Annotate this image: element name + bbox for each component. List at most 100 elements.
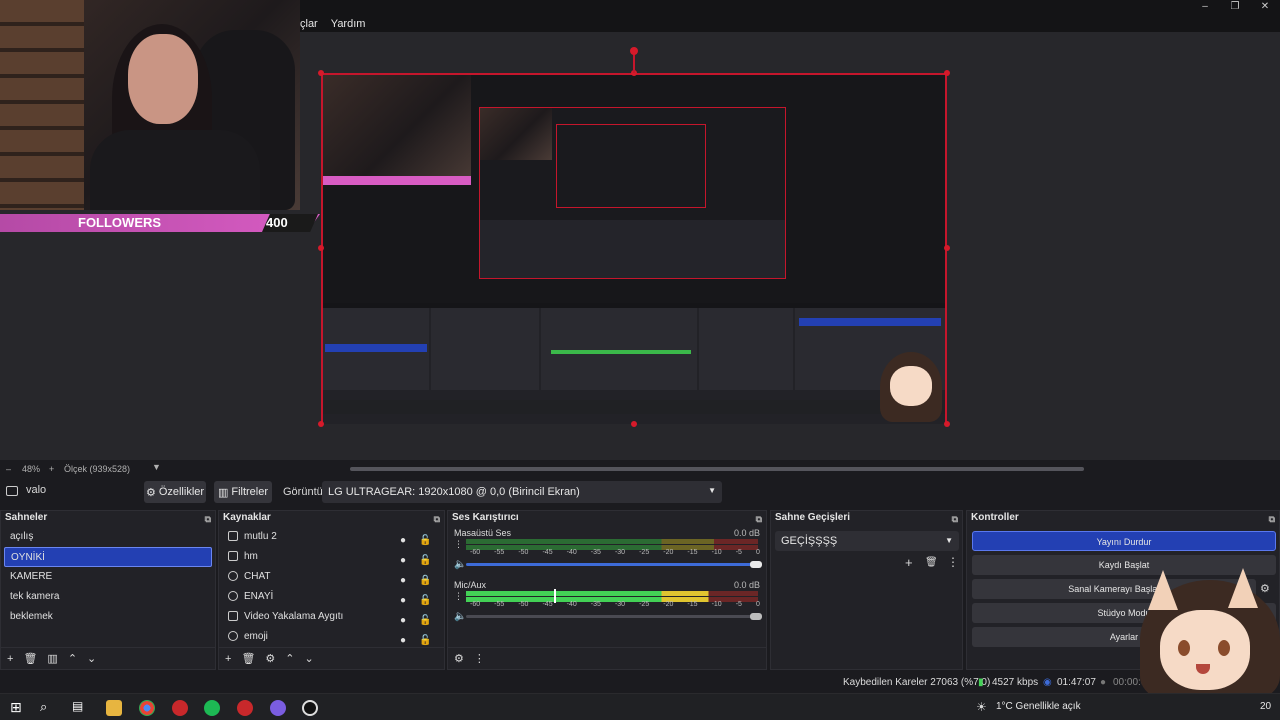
eye-icon[interactable]: ● — [400, 631, 411, 646]
minimize-button[interactable]: – — [1190, 0, 1220, 14]
unlock-icon[interactable]: 🔓 — [419, 631, 431, 646]
trash-icon[interactable]: 🗑 — [925, 557, 938, 568]
chrome-icon[interactable] — [139, 700, 155, 716]
resize-handle-r[interactable] — [944, 245, 950, 251]
obs-icon[interactable] — [302, 700, 318, 716]
windows-start-icon[interactable]: ⊞ — [10, 699, 22, 716]
meter-scale: -60 -55 -50 -45 -40 -35 -30 -25 -20 -15 -10 -5 0 — [470, 549, 760, 556]
chevron-down-icon[interactable]: ⌄ — [87, 652, 96, 665]
eye-icon[interactable]: ● — [400, 551, 411, 566]
scene-item[interactable]: açılış — [4, 527, 212, 547]
horizontal-scrollbar[interactable] — [350, 467, 1084, 471]
stream-icon: ◉ — [1043, 677, 1052, 688]
start-recording-button[interactable]: Kaydı Başlat — [972, 555, 1276, 575]
volume-slider[interactable] — [466, 615, 758, 618]
zoom-in-button[interactable]: + — [49, 464, 54, 474]
unlock-icon[interactable]: 🔓 — [419, 531, 431, 546]
more-icon[interactable]: ⋮ — [454, 539, 463, 550]
file-explorer-icon[interactable] — [106, 700, 122, 716]
stop-stream-button[interactable]: Yayını Durdur — [972, 531, 1276, 551]
resize-handle-tr[interactable] — [944, 70, 950, 76]
gear-icon[interactable]: ⚙ — [265, 652, 275, 665]
resize-handle-tl[interactable] — [318, 70, 324, 76]
volume-slider[interactable] — [466, 563, 758, 566]
current-source-name: valo — [26, 484, 47, 496]
scene-item-selected[interactable]: OYNİKİ — [4, 547, 212, 567]
scene-item[interactable]: beklemek — [4, 607, 212, 627]
properties-button[interactable]: ⚙ Özellikler — [144, 481, 206, 503]
undock-icon[interactable]: ⧉ — [952, 512, 958, 526]
task-view-icon[interactable]: ▤ — [72, 699, 83, 713]
weather-icon: ☀ — [976, 700, 987, 714]
eye-icon[interactable]: ● — [400, 571, 411, 586]
display-capture-icon — [6, 486, 18, 496]
source-item[interactable]: emoji ● 🔓 — [222, 627, 441, 647]
eye-icon[interactable]: ● — [400, 591, 411, 606]
scene-item[interactable]: tek kamera — [4, 587, 212, 607]
resize-handle-br[interactable] — [944, 421, 950, 427]
stream-time: 01:47:07 — [1057, 677, 1096, 688]
undock-icon[interactable]: ⧉ — [1269, 512, 1275, 526]
scale-mode[interactable]: Ölçek (939x528) — [64, 464, 130, 474]
source-item[interactable]: CHAT ● 🔒 — [222, 567, 441, 587]
nested-mixer — [541, 308, 697, 390]
more-icon[interactable]: ⋮ — [947, 555, 959, 569]
add-icon[interactable]: + — [7, 653, 13, 665]
resize-handle-bl[interactable] — [318, 421, 324, 427]
app-icon[interactable] — [237, 700, 253, 716]
source-item[interactable]: ENAYİ ● 🔓 — [222, 587, 441, 607]
nested-obs-docks — [323, 308, 945, 424]
trash-icon[interactable]: 🗑 — [23, 652, 37, 665]
undock-icon[interactable]: ⧉ — [434, 512, 440, 526]
source-item[interactable]: mutlu 2 ● 🔓 — [222, 527, 441, 547]
gear-icon[interactable]: ⚙ — [454, 652, 464, 665]
chevron-down-icon[interactable]: ▼ — [152, 462, 161, 472]
source-item[interactable]: hm ● 🔓 — [222, 547, 441, 567]
speaker-icon[interactable]: 🔈 — [454, 559, 466, 570]
eye-icon[interactable]: ● — [400, 611, 411, 626]
unlock-icon[interactable]: 🔓 — [419, 591, 431, 606]
gear-icon[interactable]: ⚙ — [1260, 582, 1270, 595]
discord-icon[interactable] — [270, 700, 286, 716]
weather-text[interactable]: 1°C Genellikle açık — [996, 701, 1081, 712]
spotify-icon[interactable] — [204, 700, 220, 716]
bitrate: 4527 kbps — [992, 677, 1039, 688]
more-icon[interactable]: ⋮ — [474, 652, 485, 665]
rotate-handle[interactable] — [630, 47, 638, 55]
volume-knob[interactable] — [750, 613, 762, 620]
more-icon[interactable]: ⋮ — [454, 591, 463, 602]
transition-select[interactable]: GEÇİŞŞŞŞ ▼ — [775, 531, 959, 551]
close-button[interactable]: ✕ — [1250, 0, 1280, 14]
rotate-line — [633, 52, 635, 73]
unlock-icon[interactable]: 🔓 — [419, 611, 431, 626]
resize-handle-l[interactable] — [318, 245, 324, 251]
lock-icon[interactable]: 🔒 — [419, 571, 431, 586]
trash-icon[interactable]: 🗑 — [241, 652, 255, 665]
menu-help[interactable]: Yardım — [331, 16, 366, 32]
chevron-up-icon[interactable]: ⌃ — [68, 652, 77, 665]
chevron-up-icon[interactable]: ⌃ — [285, 652, 294, 665]
zoom-out-button[interactable]: – — [6, 464, 11, 474]
display-select[interactable]: LG ULTRAGEAR: 1920x1080 @ 0,0 (Birincil … — [322, 481, 722, 503]
unlock-icon[interactable]: 🔓 — [419, 551, 431, 566]
nested-taskbar — [323, 400, 945, 414]
undock-icon[interactable]: ⧉ — [205, 512, 211, 526]
chevron-down-icon[interactable]: ⌄ — [305, 652, 314, 665]
filter-icon[interactable]: ▥ — [47, 652, 57, 665]
speaker-icon[interactable]: 🔈 — [454, 611, 466, 622]
clock[interactable]: 20 — [1260, 701, 1271, 712]
menu-tools[interactable]: çlar — [300, 16, 318, 32]
maximize-button[interactable]: ❐ — [1220, 0, 1250, 14]
volume-knob[interactable] — [750, 561, 762, 568]
add-icon[interactable]: + — [905, 555, 913, 570]
search-icon[interactable]: ⌕ — [40, 699, 47, 715]
filters-button[interactable]: ▥ Filtreler — [214, 481, 272, 503]
resize-handle-b[interactable] — [631, 421, 637, 427]
eye-icon[interactable]: ● — [400, 531, 411, 546]
app-icon[interactable] — [172, 700, 188, 716]
selected-source-frame[interactable] — [321, 73, 947, 424]
add-icon[interactable]: + — [225, 653, 231, 665]
scene-item[interactable]: KAMERE — [4, 567, 212, 587]
source-item[interactable]: Video Yakalama Aygıtı ● 🔓 — [222, 607, 441, 627]
undock-icon[interactable]: ⧉ — [756, 512, 762, 526]
